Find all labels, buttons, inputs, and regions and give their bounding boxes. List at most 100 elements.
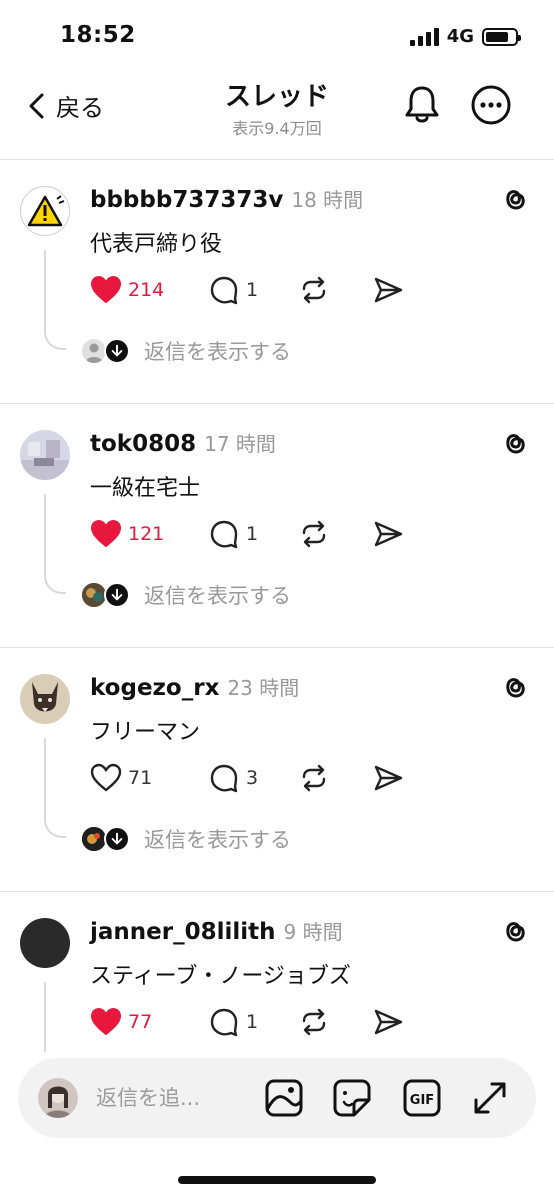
username[interactable]: bbbbb737373v	[90, 187, 283, 213]
post-header: kogezo_rx 23 時間	[90, 672, 299, 701]
share-button[interactable]	[372, 1004, 404, 1040]
share-button[interactable]	[372, 272, 404, 308]
more-icon	[471, 85, 511, 125]
post-text: 代表戸締り役	[90, 232, 223, 257]
more-button[interactable]	[470, 84, 512, 126]
comment-button[interactable]: 1	[208, 272, 258, 308]
show-replies-label: 返信を表示する	[144, 584, 291, 608]
comment-button[interactable]: 1	[208, 516, 258, 552]
comment-count: 1	[246, 279, 259, 301]
threads-icon[interactable]	[498, 182, 530, 214]
post-text: フリーマン	[90, 720, 201, 745]
repost-icon	[302, 520, 326, 548]
reply-avatars	[82, 582, 130, 608]
threads-icon[interactable]	[498, 914, 530, 946]
comment-button[interactable]: 1	[208, 1004, 258, 1040]
post-actions: 121 1	[90, 516, 410, 552]
home-indicator	[178, 1176, 376, 1184]
gif-icon: GIF	[403, 1079, 441, 1117]
show-replies-label: 返信を表示する	[144, 828, 291, 852]
show-replies-button[interactable]: 返信を表示する	[82, 336, 291, 366]
svg-text:GIF: GIF	[410, 1093, 434, 1108]
post-item: bbbbb737373v 18 時間 代表戸締り役 214 1 返信を表示する	[0, 160, 554, 404]
repost-icon	[302, 276, 326, 304]
sticker-icon	[333, 1079, 371, 1117]
username[interactable]: kogezo_rx	[90, 675, 219, 701]
threads-icon[interactable]	[498, 426, 530, 458]
like-count: 71	[128, 767, 153, 789]
post-time: 17 時間	[204, 432, 276, 456]
expand-icon	[474, 1082, 506, 1114]
share-button[interactable]	[372, 760, 404, 796]
comment-button[interactable]: 3	[208, 760, 258, 796]
image-icon	[265, 1079, 303, 1117]
show-replies-button[interactable]: 返信を表示する	[82, 824, 291, 854]
like-button[interactable]: 121	[90, 516, 164, 552]
reply-avatars	[82, 826, 130, 852]
arrow-down-icon	[104, 582, 130, 608]
thread-line	[44, 250, 66, 350]
sticker-button[interactable]	[332, 1078, 372, 1118]
like-button[interactable]: 71	[90, 760, 152, 796]
notification-button[interactable]	[400, 82, 444, 126]
warning-sign-icon	[22, 188, 69, 235]
reply-input[interactable]	[96, 1080, 246, 1116]
heart-icon	[90, 275, 122, 304]
network-type: 4G	[446, 26, 474, 47]
thread-line	[44, 982, 66, 1052]
heart-icon	[90, 1007, 122, 1036]
like-count: 77	[128, 1011, 153, 1033]
thread-line	[44, 494, 66, 594]
username[interactable]: janner_08lilith	[90, 919, 276, 945]
avatar[interactable]	[20, 918, 70, 968]
like-button[interactable]: 77	[90, 1004, 152, 1040]
composer-avatar	[38, 1078, 78, 1118]
repost-button[interactable]	[298, 516, 330, 552]
thread-line	[44, 738, 66, 838]
gif-button[interactable]: GIF	[402, 1078, 442, 1118]
image-button[interactable]	[264, 1078, 304, 1118]
reply-avatar	[82, 583, 106, 607]
comment-icon	[210, 520, 238, 549]
repost-icon	[302, 1008, 326, 1036]
post-text: 一級在宅士	[90, 476, 201, 501]
like-button[interactable]: 214	[90, 272, 164, 308]
heart-icon	[90, 763, 122, 792]
share-button[interactable]	[372, 516, 404, 552]
share-icon	[374, 765, 403, 791]
reply-composer: GIF	[18, 1058, 536, 1138]
avatar[interactable]	[20, 674, 70, 724]
show-replies-button[interactable]: 返信を表示する	[82, 580, 291, 610]
avatar[interactable]	[20, 430, 70, 480]
post-header: janner_08lilith 9 時間	[90, 916, 343, 945]
reply-avatar	[82, 827, 106, 851]
reply-avatars	[82, 338, 130, 364]
reply-avatar	[82, 339, 106, 363]
room-photo-avatar	[20, 430, 70, 480]
avatar[interactable]	[20, 186, 70, 236]
threads-icon[interactable]	[498, 670, 530, 702]
status-bar: 18:52 4G	[0, 0, 554, 70]
comment-icon	[210, 276, 238, 305]
expand-button[interactable]	[470, 1078, 510, 1118]
status-indicators: 4G	[409, 26, 521, 47]
post-actions: 77 1	[90, 1004, 410, 1040]
signal-icon	[409, 27, 439, 46]
post-time: 18 時間	[291, 188, 364, 212]
like-count: 214	[128, 279, 165, 301]
like-count: 121	[128, 523, 165, 545]
comment-count: 3	[246, 767, 259, 789]
repost-button[interactable]	[298, 760, 330, 796]
arrow-down-icon	[104, 338, 130, 364]
share-icon	[374, 521, 403, 547]
show-replies-label: 返信を表示する	[144, 340, 291, 364]
dog-photo-avatar	[20, 674, 70, 724]
share-icon	[374, 1009, 403, 1035]
post-time: 9 時間	[283, 920, 343, 944]
repost-button[interactable]	[298, 272, 330, 308]
comment-icon	[210, 1008, 238, 1037]
username[interactable]: tok0808	[90, 431, 196, 457]
post-actions: 214 1	[90, 272, 410, 308]
post-item: kogezo_rx 23 時間 フリーマン 71 3 返信を表示する	[0, 648, 554, 892]
repost-button[interactable]	[298, 1004, 330, 1040]
